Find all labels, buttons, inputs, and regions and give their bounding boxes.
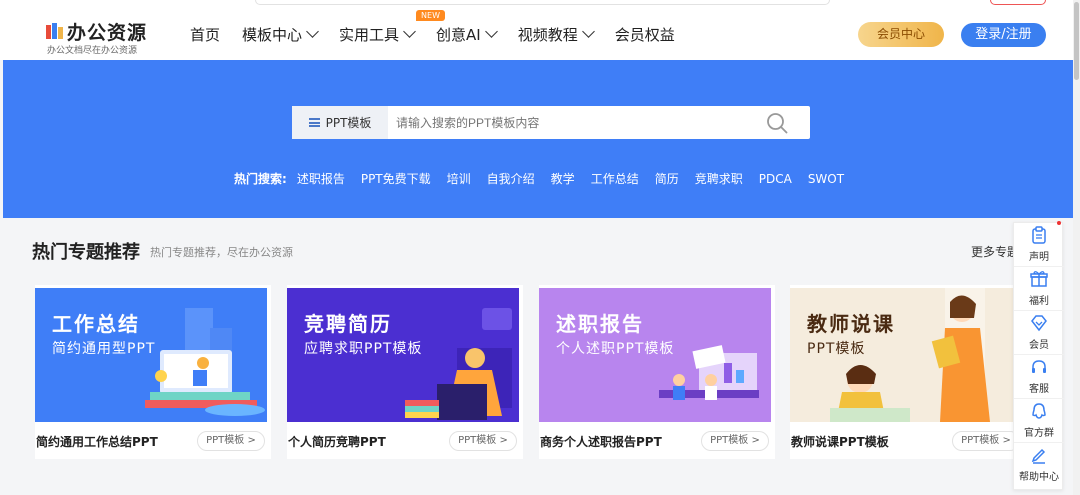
main-nav: 首页 模板中心 实用工具 NEW 创意AI 视频教程 会员权益: [190, 8, 697, 60]
more-topics-link[interactable]: 更多专题: [971, 243, 1019, 260]
chevron-down-icon: [484, 25, 498, 38]
gift-icon: [1030, 271, 1048, 287]
side-item-label: 会员: [1029, 340, 1049, 351]
card-caption: 商务个人述职报告PPT: [540, 435, 662, 449]
new-badge: NEW: [416, 9, 445, 21]
side-item-label: 福利: [1029, 296, 1049, 307]
scrollbar-thumb[interactable]: [1074, 2, 1079, 80]
card-subtitle: 个人述职PPT模板: [556, 341, 675, 357]
nav-label: 会员权益: [614, 25, 675, 44]
login-register-button[interactable]: 登录/注册: [961, 23, 1046, 47]
logo-slogan: 办公文档尽在办公资源: [47, 46, 138, 56]
hot-keyword[interactable]: 竞聘求职: [695, 170, 743, 187]
section-title: 热门专题推荐: [32, 242, 140, 263]
card-tag[interactable]: PPT模板 >: [197, 431, 265, 451]
floating-side-bar: 声明 福利 会员 客服 官方群 帮助中心: [1013, 221, 1064, 490]
side-item-official-group[interactable]: 官方群: [1014, 399, 1064, 443]
nav-item-video-tutorial[interactable]: 视频教程: [517, 24, 595, 45]
card-tag[interactable]: PPT模板 >: [701, 431, 769, 451]
headset-icon: [1032, 360, 1046, 373]
hot-search-label: 热门搜索:: [234, 172, 287, 186]
card-thumbnail: 教师说课 PPT模板: [790, 288, 1022, 422]
browser-top-strip: [0, 0, 1080, 8]
card-thumbnail: 工作总结 简约通用型PPT: [35, 288, 267, 422]
site-header: 办公资源 办公文档尽在办公资源 首页 模板中心 实用工具 NEW 创意AI 视频教…: [0, 8, 1080, 60]
clipboard-icon: [1032, 226, 1046, 244]
hot-keyword[interactable]: SWOT: [808, 172, 844, 186]
side-item-label: 官方群: [1024, 428, 1054, 439]
hot-keyword[interactable]: PDCA: [759, 172, 792, 186]
chevron-down-icon: [306, 25, 319, 38]
hot-keyword[interactable]: 培训: [447, 170, 471, 187]
search-category-label: PPT模板: [325, 116, 372, 130]
nav-item-member-benefits[interactable]: 会员权益: [615, 24, 675, 45]
nav-label: 视频教程: [517, 25, 578, 44]
top-pill-edge: [990, 0, 1046, 5]
card-title: 竞聘简历: [304, 312, 392, 336]
diamond-icon: [1031, 315, 1047, 332]
logo-name: 办公资源: [67, 22, 148, 44]
hot-search-list: 热门搜索: 述职报告 PPT免费下载 培训 自我介绍 教学 工作总结 简历 竞聘…: [234, 170, 860, 187]
side-item-statement[interactable]: 声明: [1014, 223, 1064, 267]
card-subtitle: PPT模板: [807, 341, 866, 357]
nav-item-creative-ai[interactable]: NEW 创意AI: [416, 9, 498, 45]
search-category-select[interactable]: PPT模板: [292, 106, 388, 139]
edit-icon: [1031, 448, 1046, 464]
topic-card-report[interactable]: 述职报告 个人述职PPT模板 商务个人述职报告PPT PPT模板 >: [539, 285, 775, 459]
hot-keyword[interactable]: 述职报告: [297, 170, 345, 187]
side-item-help-center[interactable]: 帮助中心: [1014, 443, 1064, 487]
nav-label: 创意AI: [436, 25, 481, 44]
nav-label: 实用工具: [339, 25, 400, 44]
site-logo[interactable]: 办公资源 办公文档尽在办公资源: [45, 18, 155, 56]
card-thumbnail: 竞聘简历 应聘求职PPT模板: [287, 288, 519, 422]
hot-keyword[interactable]: 工作总结: [591, 170, 639, 187]
section-subtitle: 热门专题推荐，尽在办公资源: [150, 246, 293, 259]
topic-card-teacher[interactable]: 教师说课 PPT模板 教师说课PPT模板 PPT模板 >: [790, 285, 1026, 459]
search-input[interactable]: [396, 106, 756, 139]
menu-icon: [308, 118, 320, 127]
side-item-label: 客服: [1029, 384, 1049, 395]
hot-keyword[interactable]: 自我介绍: [487, 170, 535, 187]
hot-keyword[interactable]: 简历: [655, 170, 679, 187]
side-item-member[interactable]: 会员: [1014, 311, 1064, 355]
card-thumbnail: 述职报告 个人述职PPT模板: [539, 288, 771, 422]
side-item-label: 帮助中心: [1019, 472, 1059, 483]
search-box: PPT模板: [292, 106, 810, 139]
hot-keyword[interactable]: PPT免费下载: [361, 170, 431, 187]
vip-center-button[interactable]: 会员中心: [858, 22, 944, 47]
topic-card-resume[interactable]: 竞聘简历 应聘求职PPT模板 个人简历竞聘PPT PPT模板 >: [287, 285, 523, 459]
side-item-service[interactable]: 客服: [1014, 355, 1064, 399]
page-scrollbar[interactable]: [1073, 0, 1080, 495]
side-item-welfare[interactable]: 福利: [1014, 267, 1064, 311]
card-title: 述职报告: [556, 312, 644, 336]
hot-keyword[interactable]: 教学: [551, 170, 575, 187]
card-title: 工作总结: [52, 312, 140, 336]
topic-card-work-summary[interactable]: 工作总结 简约通用型PPT 简约通用工作总结PPT PPT模板 >: [35, 285, 271, 459]
qq-icon: [1032, 403, 1046, 419]
chevron-down-icon: [581, 25, 595, 38]
card-subtitle: 应聘求职PPT模板: [304, 341, 423, 357]
nav-item-template-center[interactable]: 模板中心: [242, 24, 319, 45]
card-tag[interactable]: PPT模板 >: [449, 431, 517, 451]
card-title: 教师说课: [807, 312, 895, 336]
card-tag[interactable]: PPT模板 >: [952, 431, 1020, 451]
logo-books-icon: [46, 23, 63, 39]
top-search-bar-edge: [255, 0, 830, 5]
card-caption: 个人简历竞聘PPT: [288, 435, 386, 449]
search-icon[interactable]: [766, 112, 788, 134]
nav-item-tools[interactable]: 实用工具: [339, 24, 416, 45]
nav-label: 模板中心: [242, 25, 303, 44]
side-item-label: 声明: [1029, 252, 1049, 263]
nav-label: 首页: [190, 25, 221, 44]
hero-banner: PPT模板 热门搜索: 述职报告 PPT免费下载 培训 自我介绍 教学 工作总结…: [3, 60, 1073, 218]
card-subtitle: 简约通用型PPT: [52, 341, 156, 357]
nav-item-home[interactable]: 首页: [190, 24, 220, 45]
card-caption: 教师说课PPT模板: [791, 435, 889, 449]
card-caption: 简约通用工作总结PPT: [36, 435, 158, 449]
chevron-down-icon: [403, 25, 416, 38]
